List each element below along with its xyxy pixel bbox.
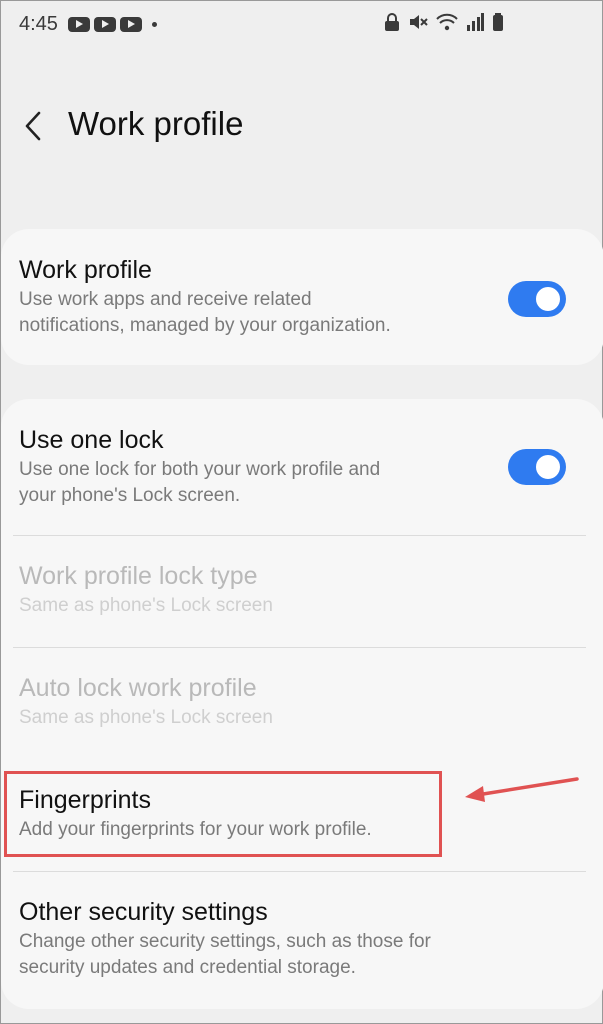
auto-lock-setting[interactable]: Auto lock work profile Same as phone's L…	[19, 673, 586, 731]
setting-title: Work profile	[19, 256, 152, 284]
setting-subtitle-line1: Use work apps and receive related	[19, 289, 312, 310]
setting-title: Auto lock work profile	[19, 674, 257, 702]
setting-subtitle-line2: notifications, managed by your organizat…	[19, 315, 391, 336]
setting-subtitle-line2: security updates and credential storage.	[19, 957, 356, 978]
security-card: Use one lock Use one lock for both your …	[1, 399, 603, 1009]
youtube-icon	[93, 16, 116, 32]
setting-subtitle: Same as phone's Lock screen	[19, 707, 273, 728]
annotation-highlight-box	[4, 771, 442, 857]
setting-title: Use one lock	[19, 426, 164, 454]
youtube-icon	[67, 16, 90, 32]
back-chevron-icon[interactable]	[15, 107, 51, 145]
lock-icon	[385, 13, 399, 31]
use-one-lock-toggle[interactable]	[508, 449, 566, 485]
mute-icon	[410, 15, 428, 29]
system-icons	[384, 13, 504, 31]
work-profile-toggle[interactable]	[508, 281, 566, 317]
toggle-knob	[534, 285, 562, 313]
signal-icon	[467, 13, 484, 31]
divider	[13, 871, 586, 872]
use-one-lock-setting[interactable]: Use one lock Use one lock for both your …	[19, 425, 586, 509]
divider	[13, 647, 586, 648]
wifi-icon	[436, 13, 458, 31]
app-header: Work profile	[1, 91, 603, 161]
setting-title: Work profile lock type	[19, 562, 258, 590]
status-time: 4:45	[19, 12, 58, 35]
setting-subtitle-line1: Change other security settings, such as …	[19, 931, 431, 952]
work-profile-card: Work profile Use work apps and receive r…	[1, 229, 603, 365]
setting-subtitle-line1: Use one lock for both your work profile …	[19, 459, 381, 480]
annotation-arrow-icon	[465, 777, 579, 802]
battery-icon	[493, 13, 503, 31]
setting-subtitle: Same as phone's Lock screen	[19, 595, 273, 616]
page-title: Work profile	[68, 105, 244, 142]
work-profile-setting[interactable]: Work profile Use work apps and receive r…	[19, 255, 586, 339]
notification-icons	[67, 16, 157, 32]
other-security-setting[interactable]: Other security settings Change other sec…	[19, 897, 586, 981]
youtube-icon	[119, 16, 142, 32]
toggle-knob	[534, 453, 562, 481]
setting-subtitle-line2: your phone's Lock screen.	[19, 485, 241, 506]
status-bar: 4:45	[1, 1, 603, 47]
lock-type-setting[interactable]: Work profile lock type Same as phone's L…	[19, 561, 586, 619]
setting-title: Other security settings	[19, 898, 268, 926]
notification-dot-icon	[151, 21, 157, 27]
divider	[13, 535, 586, 536]
